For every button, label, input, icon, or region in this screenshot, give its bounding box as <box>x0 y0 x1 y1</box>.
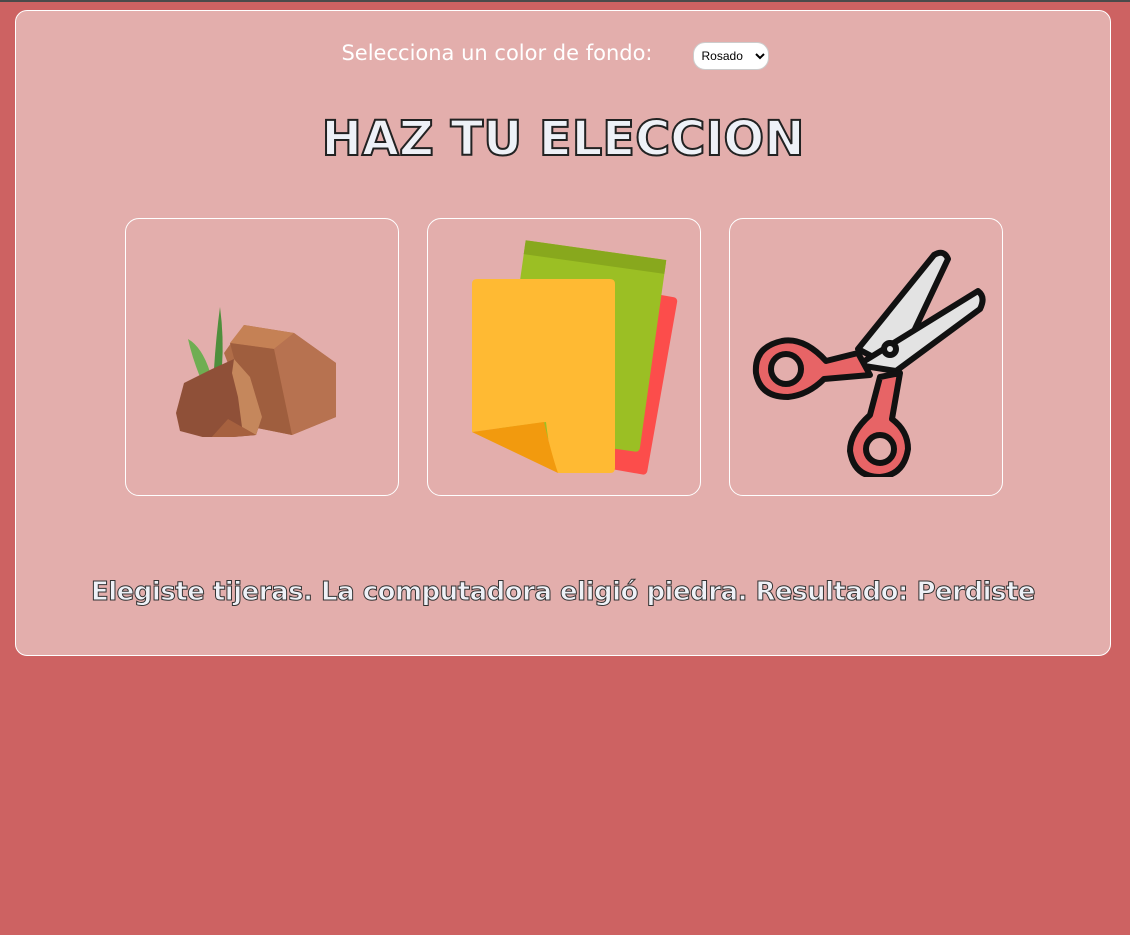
game-panel: Selecciona un color de fondo: Rosado HAZ… <box>15 10 1111 656</box>
scissors-icon <box>752 249 986 477</box>
choice-rock-button[interactable] <box>125 218 399 496</box>
background-selector-label: Selecciona un color de fondo: <box>341 41 653 65</box>
paper-icon <box>472 240 678 475</box>
background-selector: Selecciona un color de fondo: Rosado <box>16 39 1110 70</box>
result-message: Elegiste tijeras. La computadora eligió … <box>90 577 1036 608</box>
page-title: HAZ TU ELECCION <box>321 110 806 168</box>
choice-paper-button[interactable] <box>427 218 701 496</box>
background-color-select[interactable]: Rosado <box>692 42 769 70</box>
window-top-border <box>0 0 1130 2</box>
choice-scissors-button[interactable] <box>729 218 1003 496</box>
rock-icon <box>176 307 336 437</box>
